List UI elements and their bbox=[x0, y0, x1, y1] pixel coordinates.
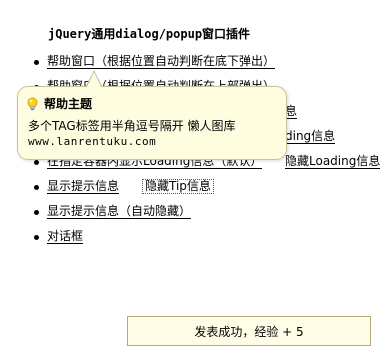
tooltip-header: 帮助主题 bbox=[26, 95, 92, 112]
lightbulb-icon bbox=[27, 97, 38, 110]
tooltip-url: www.lanrentuku.com bbox=[28, 135, 157, 148]
success-toast: 发表成功，经验 + 5 bbox=[127, 316, 371, 346]
tooltip-pointer-fill bbox=[87, 72, 101, 87]
help-window-bottom-link[interactable]: 帮助窗口（根据位置自动判断在底下弹出） bbox=[47, 55, 276, 69]
bullet bbox=[34, 185, 39, 190]
hide-loading-in-container-link[interactable]: 隐藏Loading信息 bbox=[285, 155, 381, 169]
bullet bbox=[34, 235, 39, 240]
bullet bbox=[34, 160, 39, 165]
tooltip-body: 多个TAG标签用半角逗号隔开 懒人图库 bbox=[28, 119, 236, 133]
bullet bbox=[34, 60, 39, 65]
page-title: jQuery通用dialog/popup窗口插件 bbox=[48, 27, 251, 41]
help-tooltip: 帮助主题 多个TAG标签用半角逗号隔开 懒人图库 www.lanrentuku.… bbox=[17, 86, 287, 160]
toast-message: 发表成功，经验 + 5 bbox=[194, 324, 304, 339]
dialog-link[interactable]: 对话框 bbox=[47, 230, 84, 244]
show-tip-link[interactable]: 显示提示信息 bbox=[47, 180, 120, 194]
tooltip-title: 帮助主题 bbox=[44, 97, 93, 111]
hide-tip-link[interactable]: 隐藏Tip信息 bbox=[142, 179, 214, 194]
show-tip-autohide-link[interactable]: 显示提示信息（自动隐藏） bbox=[47, 205, 192, 219]
bullet bbox=[34, 210, 39, 215]
hide-loading-link[interactable]: ding信息 bbox=[285, 130, 336, 144]
